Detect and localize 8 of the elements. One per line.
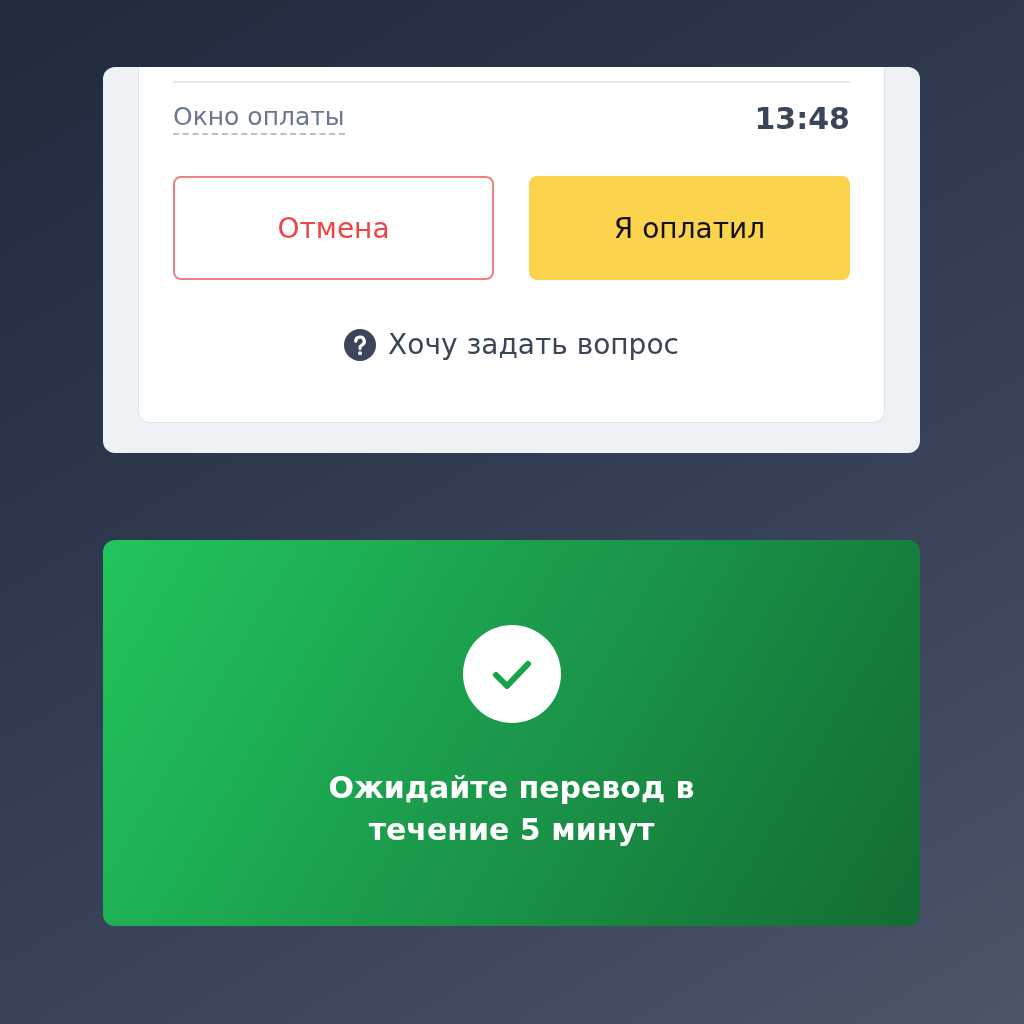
help-icon	[344, 328, 377, 361]
payment-window-label: Окно оплаты	[173, 102, 345, 135]
cancel-button[interactable]: Отмена	[173, 176, 494, 280]
confirm-payment-button[interactable]: Я оплатил	[529, 176, 850, 280]
checkmark-icon	[462, 625, 561, 723]
countdown-timer: 13:48	[754, 101, 850, 136]
ask-question-link[interactable]: Хочу задать вопрос	[388, 328, 679, 361]
status-message: Ожидайте перевод в течение 5 минут	[327, 769, 696, 849]
